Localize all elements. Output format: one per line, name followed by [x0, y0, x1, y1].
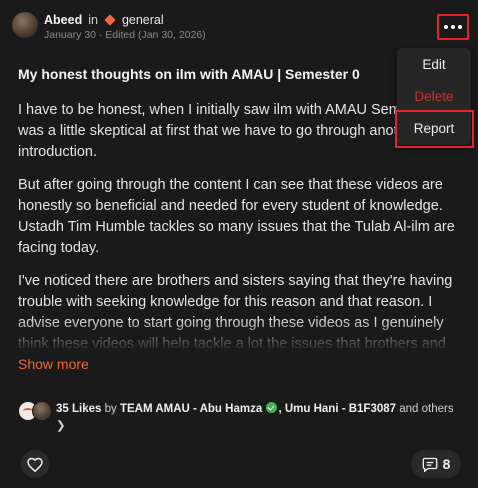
likes-and: and: [399, 403, 419, 415]
more-options-button[interactable]: [437, 14, 469, 40]
post-card: Abeed in general January 30 · Edited (Ja…: [0, 0, 478, 488]
liker-avatar: [32, 401, 52, 421]
post-header: Abeed in general January 30 · Edited (Ja…: [12, 12, 206, 41]
comment-icon: [422, 457, 437, 472]
likes-by: by: [104, 403, 117, 415]
show-more-link[interactable]: Show more: [18, 356, 89, 372]
more-dot: [458, 25, 462, 29]
post-paragraph: But after going through the content I ca…: [18, 177, 455, 256]
comments-button[interactable]: 8: [411, 450, 461, 478]
in-label: in: [88, 13, 98, 27]
more-dots-icon: [444, 25, 448, 29]
report-highlight: [395, 110, 474, 148]
liker-avatars[interactable]: [18, 401, 56, 423]
community-diamond-icon: [104, 14, 116, 26]
heart-icon: [27, 457, 43, 472]
likes-row: 35 Likes by TEAM AMAU - Abu Hamza , Umu …: [18, 401, 458, 435]
body-fade: [0, 318, 478, 358]
menu-item-delete[interactable]: Delete: [397, 89, 471, 104]
post-body: I have to be honest, when I initially sa…: [18, 100, 460, 353]
post-date: January 30 · Edited (Jan 30, 2026): [44, 29, 206, 41]
post-meta: Abeed in general January 30 · Edited (Ja…: [44, 12, 206, 41]
menu-item-edit[interactable]: Edit: [397, 57, 471, 72]
author-avatar[interactable]: [12, 12, 38, 38]
post-title: My honest thoughts on ilm with AMAU | Se…: [18, 66, 360, 82]
liker-name: TEAM AMAU - Abu Hamza: [119, 403, 263, 415]
liker-name: Umu Hani - B1F3087: [284, 403, 397, 415]
more-dot: [451, 25, 455, 29]
likes-summary[interactable]: 35 Likes by TEAM AMAU - Abu Hamza , Umu …: [56, 401, 456, 435]
author-line: Abeed in general: [44, 12, 206, 28]
verified-icon: [266, 402, 278, 413]
liker-separator: ,: [278, 403, 282, 415]
likes-count: 35 Likes: [56, 403, 102, 415]
author-name[interactable]: Abeed: [44, 12, 82, 28]
like-button[interactable]: [21, 450, 49, 478]
community-name[interactable]: general: [122, 12, 164, 28]
post-paragraph: I have to be honest, when I initially sa…: [18, 102, 454, 160]
comment-count: 8: [442, 456, 451, 472]
